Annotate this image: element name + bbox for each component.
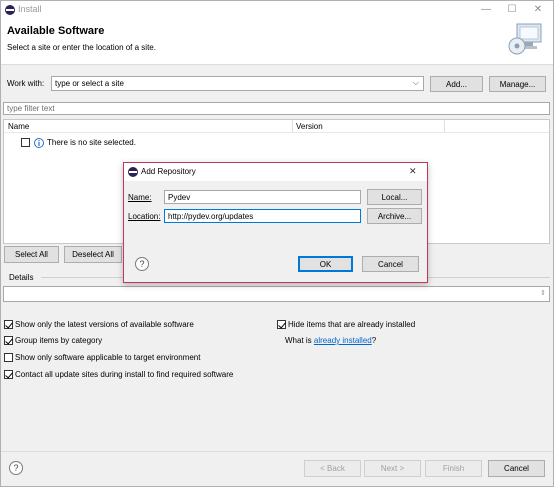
manage-button[interactable]: Manage... [489, 76, 546, 92]
spinner-icon[interactable]: ⇕ [540, 289, 546, 297]
local-button[interactable]: Local... [367, 189, 422, 205]
column-header-version[interactable]: Version [296, 122, 323, 131]
eclipse-icon [128, 167, 138, 177]
info-icon [34, 138, 44, 148]
close-icon[interactable]: ✕ [525, 2, 551, 18]
location-value: http://pydev.org/updates [168, 211, 254, 221]
dialog-help-icon[interactable]: ? [135, 257, 149, 271]
what-is-text: What is already installed? [285, 336, 376, 345]
hide-installed-checkbox[interactable] [277, 320, 286, 329]
location-label: Location: [128, 212, 161, 221]
column-divider [444, 120, 445, 132]
details-label: Details [9, 273, 34, 282]
what-is-suffix: ? [371, 336, 377, 345]
column-header-name[interactable]: Name [8, 122, 29, 131]
window-title: Install [18, 4, 42, 14]
column-divider [292, 120, 293, 132]
what-is-prefix: What is [285, 336, 314, 345]
footer-separator [1, 451, 553, 452]
chevron-down-icon[interactable]: ⌵ [413, 78, 419, 88]
filter-input[interactable]: type filter text [3, 102, 550, 115]
eclipse-icon [5, 5, 15, 15]
wizard-header: Available Software Select a site or ente… [1, 19, 553, 65]
back-button[interactable]: < Back [304, 460, 361, 477]
header-separator [4, 132, 549, 133]
maximize-icon[interactable]: ☐ [499, 2, 525, 18]
dialog-close-icon[interactable]: ✕ [409, 166, 417, 177]
archive-button[interactable]: Archive... [367, 208, 422, 224]
row-checkbox[interactable] [21, 138, 30, 147]
latest-versions-label: Show only the latest versions of availab… [15, 320, 194, 329]
latest-versions-checkbox[interactable] [4, 320, 13, 329]
name-label: Name: [128, 193, 152, 202]
location-field[interactable]: http://pydev.org/updates [164, 209, 361, 223]
already-installed-link[interactable]: already installed [314, 336, 372, 345]
filter-placeholder: type filter text [7, 104, 55, 113]
page-title: Available Software [7, 25, 105, 37]
dialog-title: Add Repository [141, 167, 196, 176]
dialog-cancel-button[interactable]: Cancel [362, 256, 419, 272]
name-field[interactable]: Pydev [164, 190, 361, 204]
ok-button[interactable]: OK [298, 256, 353, 272]
applicable-software-label: Show only software applicable to target … [15, 353, 201, 362]
add-repository-dialog: Add Repository ✕ Name: Pydev Local... Lo… [123, 162, 428, 283]
details-text-area[interactable]: ⇕ [3, 286, 550, 302]
next-button[interactable]: Next > [364, 460, 421, 477]
name-value: Pydev [168, 192, 191, 202]
empty-message: There is no site selected. [47, 138, 136, 147]
workwith-combo[interactable]: type or select a site ⌵ [51, 76, 424, 91]
page-subtitle: Select a site or enter the location of a… [7, 43, 156, 52]
applicable-software-checkbox[interactable] [4, 353, 13, 362]
minimize-icon[interactable]: — [473, 2, 499, 18]
contact-update-sites-label: Contact all update sites during install … [15, 370, 234, 379]
deselect-all-button[interactable]: Deselect All [64, 246, 122, 263]
hide-installed-label: Hide items that are already installed [288, 320, 416, 329]
group-by-category-label: Group items by category [15, 336, 103, 345]
help-icon[interactable]: ? [9, 461, 23, 475]
select-all-button[interactable]: Select All [4, 246, 59, 263]
add-button[interactable]: Add... [430, 76, 483, 92]
contact-update-sites-checkbox[interactable] [4, 370, 13, 379]
install-wizard-icon [508, 23, 542, 55]
cancel-button[interactable]: Cancel [488, 460, 545, 477]
dialog-title-bar: Add Repository ✕ [124, 163, 427, 181]
workwith-value: type or select a site [55, 79, 124, 88]
finish-button[interactable]: Finish [425, 460, 482, 477]
workwith-label: Work with: [7, 79, 45, 88]
title-bar: Install — ☐ ✕ [1, 1, 553, 19]
group-by-category-checkbox[interactable] [4, 336, 13, 345]
